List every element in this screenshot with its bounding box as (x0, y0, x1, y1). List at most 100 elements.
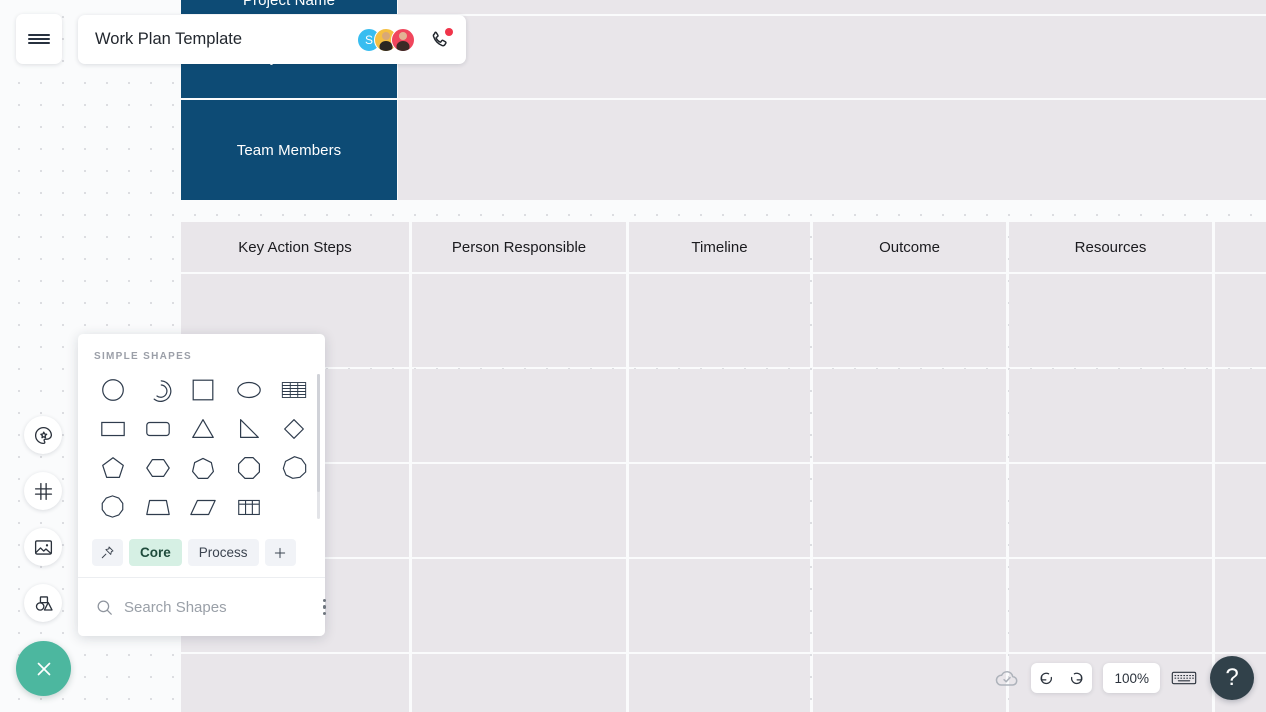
theme-palette-icon (33, 425, 54, 446)
table-cell[interactable] (813, 369, 1006, 462)
shape-item-rounded-rectangle[interactable] (135, 409, 180, 448)
kebab-menu-icon[interactable] (323, 599, 327, 615)
shapes-panel-title: SIMPLE SHAPES (94, 351, 193, 362)
table-cell[interactable] (629, 274, 810, 367)
cloud-saved-icon[interactable] (994, 665, 1020, 691)
search-icon (95, 598, 114, 617)
shape-item-octagon[interactable] (226, 448, 271, 487)
category-label: Process (198, 545, 248, 560)
table-cell[interactable] (629, 559, 810, 652)
avatar[interactable] (391, 27, 415, 52)
help-button[interactable]: ? (1210, 656, 1254, 700)
undo-arrow-icon (1038, 670, 1055, 687)
plus-icon (272, 545, 288, 561)
search-input[interactable] (124, 598, 323, 616)
zoom-level-button[interactable]: 100% (1103, 663, 1160, 693)
call-button[interactable] (428, 27, 453, 52)
table-cell[interactable] (1215, 369, 1266, 462)
table-cell[interactable] (1009, 464, 1212, 557)
table-header-cell[interactable]: Outcome (813, 222, 1006, 272)
category-core-button[interactable]: Core (129, 539, 182, 566)
rail-button-image[interactable] (24, 528, 62, 566)
table-cell[interactable] (1009, 559, 1212, 652)
table-cell[interactable] (412, 559, 626, 652)
table-cell[interactable] (181, 654, 409, 712)
table-cell[interactable] (813, 559, 1006, 652)
table-cell[interactable] (813, 464, 1006, 557)
zoom-level-label: 100% (1114, 670, 1149, 686)
close-fab-button[interactable] (16, 641, 71, 696)
image-icon (33, 537, 54, 558)
canvas-background[interactable]: Project Name Project Goal Team Members K… (0, 0, 1266, 712)
document-titlebar: Work Plan Template S (78, 15, 466, 64)
shape-item-hexagon[interactable] (135, 448, 180, 487)
document-title[interactable]: Work Plan Template (95, 30, 357, 49)
shape-item-diamond[interactable] (272, 409, 317, 448)
shapes-panel-scrollbar[interactable] (317, 374, 320, 519)
shapes-icon (33, 593, 54, 614)
shape-item-triangle[interactable] (181, 409, 226, 448)
blue-box-project-name[interactable]: Project Name (181, 0, 397, 14)
table-header-label: Person Responsible (451, 238, 587, 256)
category-label: Core (140, 545, 171, 560)
shape-item-right-triangle[interactable] (226, 409, 271, 448)
table-cell[interactable] (813, 654, 1006, 712)
table-cell[interactable] (813, 274, 1006, 367)
grey-cell-team-members[interactable] (398, 100, 1266, 200)
table-header-cell[interactable]: Key Action Steps (181, 222, 409, 272)
table-cell[interactable] (629, 464, 810, 557)
shape-item-trapezoid[interactable] (135, 487, 180, 526)
shape-item-nonagon[interactable] (272, 448, 317, 487)
shapes-panel: SIMPLE SHAPES Core Process Search Shapes (78, 334, 327, 636)
table-header-cell[interactable]: Timeline (629, 222, 810, 272)
category-process-button[interactable]: Process (187, 539, 259, 566)
blue-box-team-members[interactable]: Team Members (181, 100, 397, 200)
shape-item-decagon[interactable] (90, 487, 135, 526)
rail-button-theme[interactable] (24, 416, 62, 454)
shape-item-ellipse[interactable] (226, 370, 271, 409)
shape-item-empty (272, 487, 317, 526)
grey-cell-project-goal[interactable] (398, 16, 1266, 98)
close-icon (32, 657, 56, 681)
table-cell[interactable] (1215, 559, 1266, 652)
shape-item-parallelogram[interactable] (181, 487, 226, 526)
shape-item-pentagon[interactable] (90, 448, 135, 487)
shape-item-square[interactable] (181, 370, 226, 409)
undo-button[interactable] (1034, 665, 1060, 691)
rail-button-frame[interactable] (24, 472, 62, 510)
table-cell[interactable] (412, 274, 626, 367)
table-header-cell[interactable]: Person Responsible (412, 222, 626, 272)
collaborator-avatars: S (357, 27, 415, 52)
grey-cell-project-name[interactable] (398, 0, 1266, 14)
shape-item-table-grid[interactable] (226, 487, 271, 526)
table-header-cell[interactable] (1215, 222, 1266, 272)
shape-item-striped-table[interactable] (272, 370, 317, 409)
keyboard-shortcuts-icon (1171, 668, 1197, 688)
shape-item-arc[interactable] (135, 370, 180, 409)
table-cell[interactable] (629, 369, 810, 462)
hamburger-menu-icon (28, 31, 50, 47)
table-cell[interactable] (1009, 274, 1212, 367)
frame-icon (33, 481, 54, 502)
table-cell[interactable] (1009, 369, 1212, 462)
shape-item-rectangle[interactable] (90, 409, 135, 448)
table-cell[interactable] (1215, 464, 1266, 557)
table-cell[interactable] (412, 654, 626, 712)
keyboard-shortcuts-button[interactable] (1171, 668, 1197, 688)
add-category-button[interactable] (264, 539, 296, 566)
category-pin-button[interactable] (92, 539, 123, 566)
shape-grid-wrapper (78, 370, 325, 530)
rail-button-shapes[interactable] (24, 584, 62, 622)
table-cell[interactable] (412, 464, 626, 557)
shape-item-heptagon[interactable] (181, 448, 226, 487)
shape-grid (78, 370, 325, 526)
table-cell[interactable] (1215, 274, 1266, 367)
redo-button[interactable] (1064, 665, 1090, 691)
blue-box-label: Project Name (242, 0, 336, 9)
table-header-cell[interactable]: Resources (1009, 222, 1212, 272)
table-cell[interactable] (412, 369, 626, 462)
table-cell[interactable] (629, 654, 810, 712)
main-menu-button[interactable] (16, 14, 62, 64)
undo-redo-group (1031, 663, 1093, 693)
shape-item-circle[interactable] (90, 370, 135, 409)
